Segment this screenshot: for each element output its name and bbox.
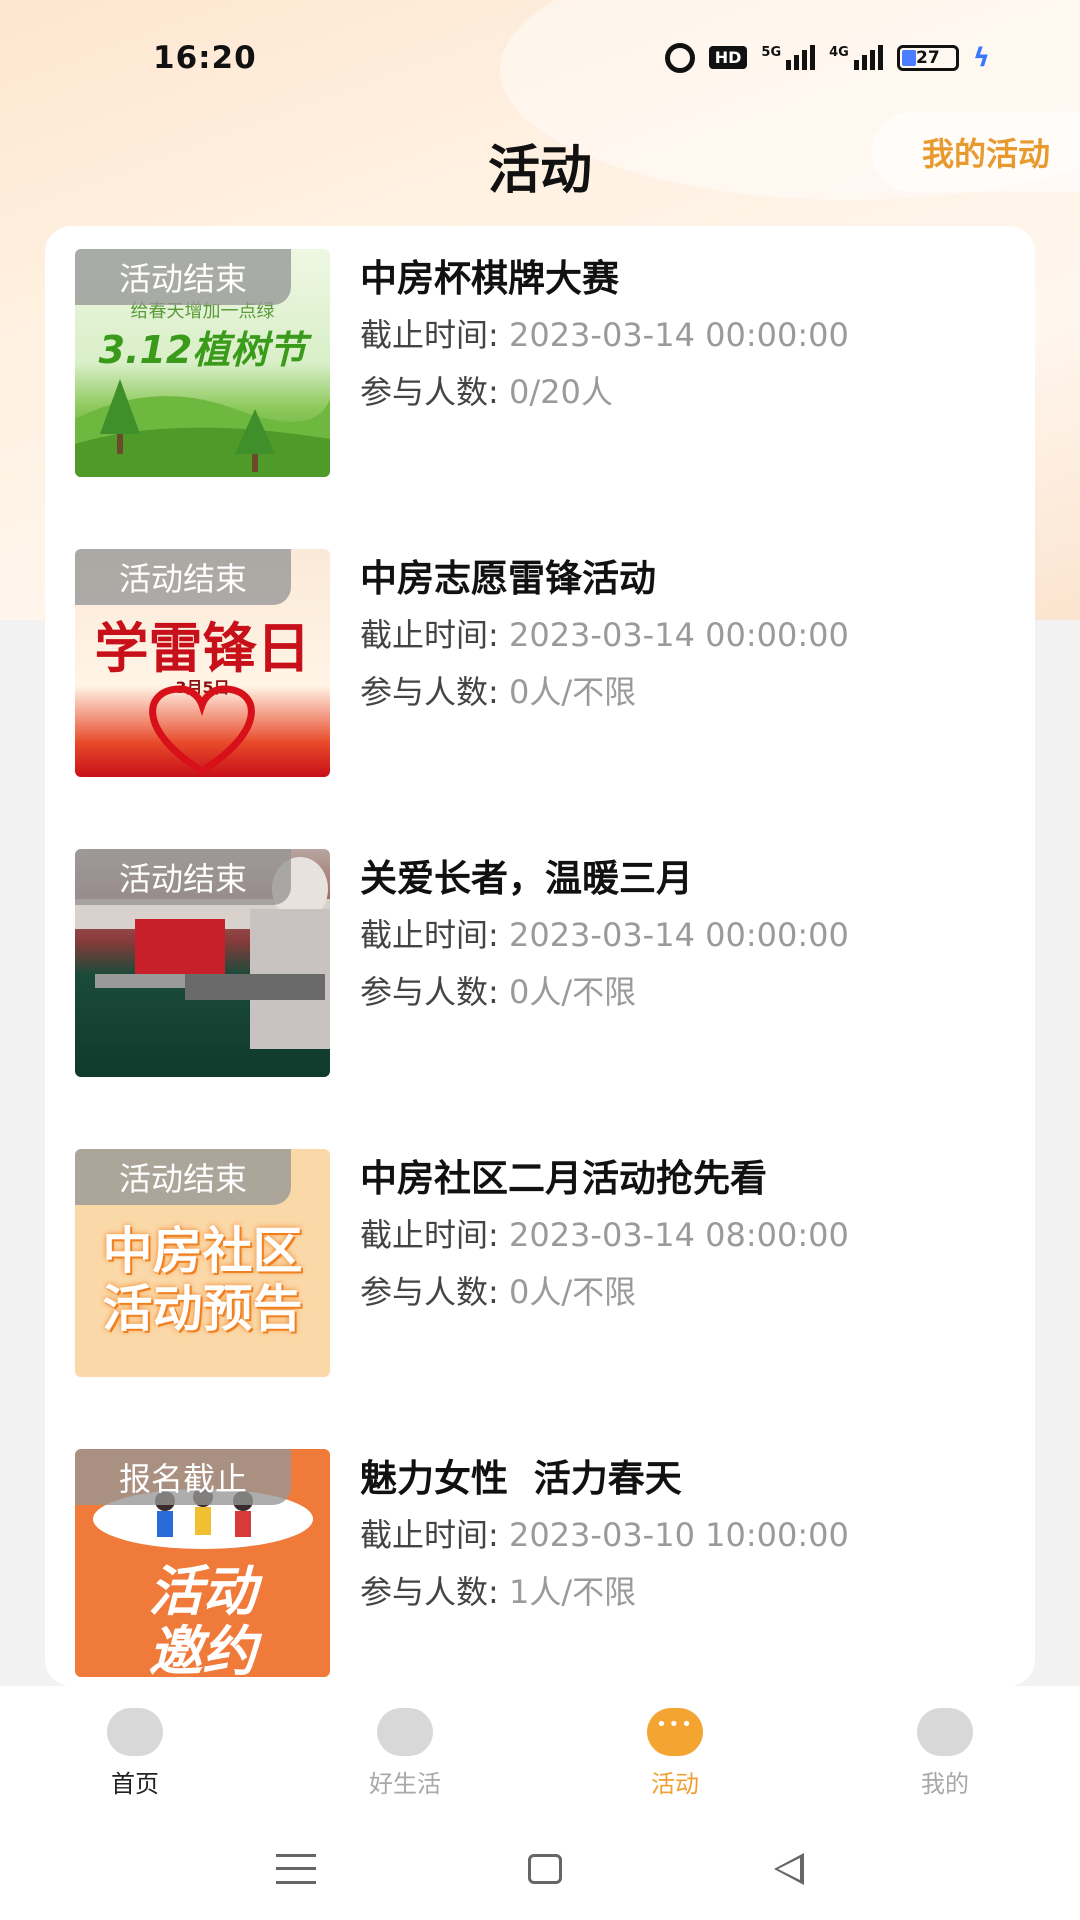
deadline-value: 2023-03-14 00:00:00 [508, 616, 849, 654]
participants-row: 参与人数: 0人/不限 [360, 1273, 637, 1311]
home-square-icon[interactable] [528, 1854, 562, 1884]
bottom-tab-bar: 首页 好生活 活动 我的 [0, 1686, 1080, 1818]
activity-title: 中房志愿雷锋活动 [360, 557, 656, 600]
tab-label: 我的 [921, 1770, 969, 1798]
tab-good-life[interactable]: 好生活 [270, 1686, 540, 1818]
charging-icon: ϟ [972, 42, 990, 73]
status-badge: 活动结束 [75, 1149, 291, 1205]
battery-level: 27 [916, 47, 940, 68]
status-badge: 活动结束 [75, 849, 291, 905]
deadline-row: 截止时间: 2023-03-14 08:00:00 [360, 1216, 849, 1254]
system-nav-bar [0, 1818, 1080, 1920]
activity-thumbnail: 学雷锋日 3月5日 活动结束 [75, 549, 330, 777]
activity-thumbnail: 中房社区 活动预告 活动结束 [75, 1149, 330, 1377]
activity-page: 16:20 HD 5G 4G 27 ϟ 活动 我的活动 给春天增加一点绿 3.1… [0, 0, 1080, 1920]
deadline-row: 截止时间: 2023-03-10 10:00:00 [360, 1516, 849, 1554]
participants-value: 0人/不限 [508, 973, 637, 1011]
back-triangle-icon[interactable] [774, 1853, 804, 1885]
status-time: 16:20 [153, 39, 257, 76]
activity-title: 魅力女性 活力春天 [360, 1457, 682, 1500]
participants-row: 参与人数: 0/20人 [360, 373, 613, 411]
status-badge: 活动结束 [75, 549, 291, 605]
menu-icon[interactable] [276, 1854, 316, 1884]
deadline-row: 截止时间: 2023-03-14 00:00:00 [360, 616, 849, 654]
status-bar: 16:20 HD 5G 4G 27 ϟ [0, 0, 1080, 115]
deadline-value: 2023-03-14 00:00:00 [508, 916, 849, 954]
status-badge: 活动结束 [75, 249, 291, 305]
battery-icon: 27 [896, 44, 959, 71]
list-item[interactable]: 学雷锋日 3月5日 活动结束 中房志愿雷锋活动 截止时间: 2023-03-14… [75, 549, 1025, 779]
tab-label: 好生活 [369, 1770, 441, 1798]
participants-row: 参与人数: 0人/不限 [360, 973, 637, 1011]
participants-value: 0/20人 [508, 373, 613, 411]
tab-mine[interactable]: 我的 [810, 1686, 1080, 1818]
profile-icon [917, 1708, 973, 1756]
activity-title: 关爱长者，温暖三月 [360, 857, 693, 900]
home-icon [107, 1708, 163, 1756]
deadline-value: 2023-03-14 00:00:00 [508, 316, 849, 354]
activity-title: 中房杯棋牌大赛 [360, 257, 619, 300]
participants-value: 1人/不限 [508, 1573, 637, 1611]
status-badge: 报名截止 [75, 1449, 291, 1505]
tab-label: 首页 [111, 1770, 159, 1798]
alarm-icon [664, 42, 695, 73]
activity-thumbnail: 给春天增加一点绿 3.12植树节 活动结束 [75, 249, 330, 477]
hd-icon: HD [708, 46, 748, 69]
list-item[interactable]: 活动 邀约 报名截止 魅力女性 活力春天 截止时间: 2023-03-10 10… [75, 1449, 1025, 1679]
activity-list: 给春天增加一点绿 3.12植树节 活动结束 中房杯棋牌大赛 截止时间: 2023… [45, 226, 1035, 1686]
signal-4g-icon: 4G [829, 45, 883, 70]
participants-value: 0人/不限 [508, 673, 637, 711]
participants-row: 参与人数: 1人/不限 [360, 1573, 637, 1611]
my-activity-button[interactable]: 我的活动 [871, 112, 1080, 192]
page-header: 活动 我的活动 [0, 112, 1080, 204]
activity-thumbnail: 活动 邀约 报名截止 [75, 1449, 330, 1677]
life-icon [377, 1708, 433, 1756]
participants-row: 参与人数: 0人/不限 [360, 673, 637, 711]
status-icons: HD 5G 4G 27 ϟ [664, 42, 990, 73]
activity-thumbnail: 活动结束 [75, 849, 330, 1077]
tab-home[interactable]: 首页 [0, 1686, 270, 1818]
list-item[interactable]: 给春天增加一点绿 3.12植树节 活动结束 中房杯棋牌大赛 截止时间: 2023… [75, 249, 1025, 479]
deadline-row: 截止时间: 2023-03-14 00:00:00 [360, 316, 849, 354]
deadline-value: 2023-03-10 10:00:00 [508, 1516, 849, 1554]
deadline-row: 截止时间: 2023-03-14 00:00:00 [360, 916, 849, 954]
deadline-value: 2023-03-14 08:00:00 [508, 1216, 849, 1254]
activity-chat-icon [647, 1708, 703, 1756]
signal-5g-icon: 5G [761, 45, 816, 70]
list-item[interactable]: 活动结束 关爱长者，温暖三月 截止时间: 2023-03-14 00:00:00… [75, 849, 1025, 1079]
list-item[interactable]: 中房社区 活动预告 活动结束 中房社区二月活动抢先看 截止时间: 2023-03… [75, 1149, 1025, 1379]
participants-value: 0人/不限 [508, 1273, 637, 1311]
tab-label: 活动 [651, 1770, 699, 1798]
activity-title: 中房社区二月活动抢先看 [360, 1157, 767, 1200]
tab-activity[interactable]: 活动 [540, 1686, 810, 1818]
